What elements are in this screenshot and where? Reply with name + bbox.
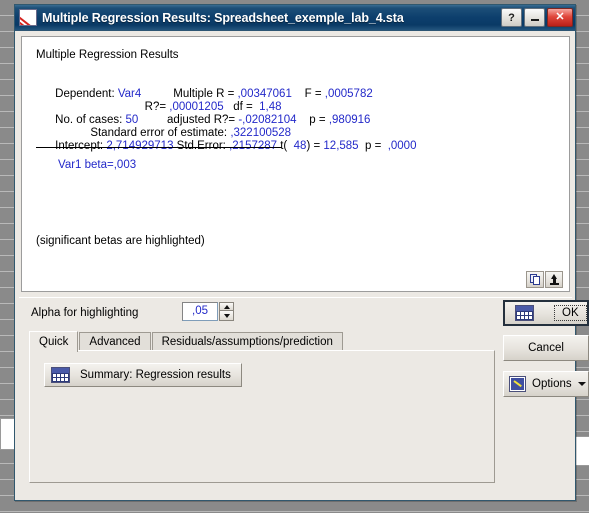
spreadsheet-icon [515,305,534,321]
tab-quick-label: Quick [39,336,69,348]
multiple-regression-results-dialog: Multiple Regression Results: Spreadsheet… [14,4,589,501]
scroll-up-button[interactable] [545,271,563,288]
chevron-up-icon [223,304,230,309]
tab-strip: Quick Advanced Residuals/assumptions/pre… [29,331,344,352]
minimize-button[interactable] [524,8,545,27]
label-std-error: Std.Error: [173,140,230,152]
help-button[interactable]: ? [501,8,522,27]
copy-icon [529,274,541,285]
value-f: ,0005782 [324,88,373,100]
chevron-down-icon [577,382,586,386]
alpha-stepper-down[interactable] [219,311,234,321]
results-heading: Multiple Regression Results [36,49,179,61]
results-divider [36,147,282,148]
label-intercept: Intercept: [55,140,107,152]
options-label: Options [532,378,572,390]
help-label: ? [508,11,515,24]
label-t: t( [277,140,291,152]
value-t: 12,585 [323,140,359,152]
value-t-df: 48 [290,140,307,152]
label-p: p = [296,114,329,126]
close-icon: ✕ [555,11,565,23]
alpha-stepper-up[interactable] [219,302,234,311]
copy-results-button[interactable] [526,271,544,288]
label-t-equals: ) = [306,140,324,152]
options-button[interactable]: Options [503,371,589,397]
tab-advanced-label: Advanced [89,336,141,348]
label-intercept-p: p = [358,140,385,152]
chevron-down-icon [223,313,230,318]
summary-button-label: Summary: Regression results [80,369,231,381]
window-title: Multiple Regression Results: Spreadsheet… [42,10,404,25]
tab-residuals-label: Residuals/assumptions/prediction [161,336,333,348]
tab-advanced[interactable]: Advanced [79,332,151,351]
results-output-pane[interactable]: Multiple Regression Results Dependent: V… [21,36,570,292]
value-p: ,980916 [328,114,371,126]
value-intercept: 2,714929713 [106,140,174,152]
up-arrow-icon [549,274,559,285]
title-bar[interactable]: Multiple Regression Results: Spreadsheet… [15,5,575,31]
value-std-error: ,2157287 [229,140,278,152]
alpha-label: Alpha for highlighting [31,307,139,319]
tab-residuals-assumptions-prediction[interactable]: Residuals/assumptions/prediction [151,332,343,351]
alpha-input[interactable]: ,05 [182,302,218,321]
tab-quick[interactable]: Quick [29,331,79,352]
alpha-stepper[interactable] [219,302,234,321]
tab-panel-quick: Summary: Regression results [29,350,495,483]
minimize-icon [530,19,539,21]
statistica-sheet-icon [19,9,37,26]
cancel-label: Cancel [528,342,564,354]
close-button[interactable]: ✕ [547,8,573,27]
lower-control-area: Alpha for highlighting ,05 Quick Advance… [19,297,589,497]
summary-regression-results-button[interactable]: Summary: Regression results [44,363,242,387]
value-intercept-p: ,0000 [384,140,417,152]
cancel-button[interactable]: Cancel [503,335,589,361]
label-f: F = [291,88,325,100]
results-footnote: (significant betas are highlighted) [36,235,205,247]
ok-label: OK [554,305,587,321]
spreadsheet-icon [51,367,70,383]
beta-line: Var1 beta=,003 [58,159,137,171]
options-icon [509,376,526,392]
ok-button[interactable]: OK [503,300,589,326]
